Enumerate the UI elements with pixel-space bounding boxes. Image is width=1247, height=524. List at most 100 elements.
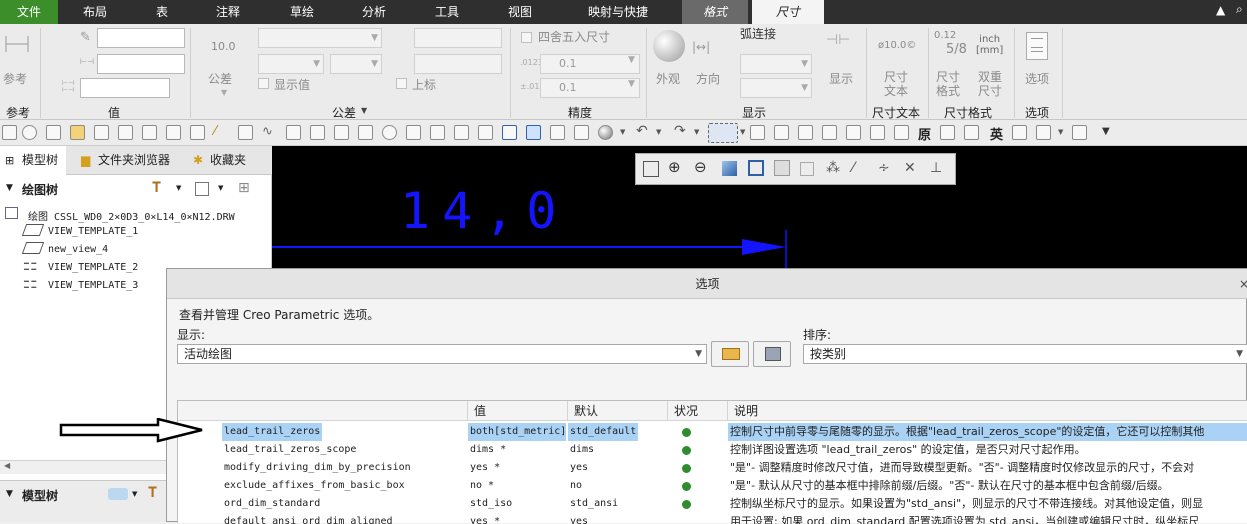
menu-file[interactable]: 文件 xyxy=(0,0,58,24)
balloon-icon[interactable] xyxy=(1012,125,1027,140)
page-icon[interactable] xyxy=(118,125,133,140)
box-select-icon[interactable] xyxy=(708,123,738,143)
rectangle-icon[interactable] xyxy=(238,125,253,140)
chamfer-icon[interactable] xyxy=(454,125,469,140)
help-icon[interactable]: ⌕ xyxy=(1236,2,1243,17)
undo-icon[interactable]: ↶ xyxy=(636,123,648,139)
tab-model-tree[interactable]: ⊞ 模型树 xyxy=(0,146,66,175)
circle-icon[interactable] xyxy=(382,125,397,140)
tolerance-dropdown-3[interactable]: ▼ xyxy=(330,54,382,74)
table-row[interactable]: exclude_affixes_from_basic_box no * no "… xyxy=(178,477,1247,495)
menu-view[interactable]: 视图 xyxy=(492,0,548,24)
tree-view-item[interactable]: VIEW_TEMPLATE_3 xyxy=(48,280,138,291)
tools-icon[interactable]: 𝐓 xyxy=(148,485,157,501)
appearance-button[interactable]: 外观 xyxy=(656,70,680,87)
menu-table[interactable]: 表 xyxy=(138,0,186,24)
datum-axes-icon[interactable]: ⁄ xyxy=(852,160,854,176)
options-button[interactable]: 选项 xyxy=(1025,70,1049,87)
offset-icon[interactable] xyxy=(286,125,301,140)
horizontal-scrollbar[interactable]: ◀ xyxy=(0,460,166,474)
dimension-text[interactable]: 14,0 xyxy=(400,186,568,236)
menu-layout[interactable]: 布局 xyxy=(64,0,126,24)
english-char-icon[interactable]: 英 xyxy=(990,124,1003,143)
cube-icon[interactable] xyxy=(502,125,517,140)
value-input-3[interactable] xyxy=(80,78,170,98)
arc-icon[interactable] xyxy=(406,125,421,140)
table-row[interactable]: default_ansi_ord_dim_aligned yes * yes 用… xyxy=(178,513,1247,524)
repaint-icon[interactable] xyxy=(722,161,737,176)
list-icon[interactable] xyxy=(195,182,209,196)
reference-button[interactable]: 参考 xyxy=(3,70,27,87)
trim-icon[interactable] xyxy=(334,125,349,140)
annotation-display-icon[interactable]: ⊥ xyxy=(930,160,942,176)
save-icon[interactable] xyxy=(166,125,181,140)
column-header-value[interactable]: 值 xyxy=(468,401,568,421)
cursor-icon[interactable] xyxy=(550,125,565,140)
dim-format-button[interactable]: 尺寸 格式 xyxy=(936,70,960,98)
hand-icon[interactable] xyxy=(142,125,157,140)
shade-icon[interactable] xyxy=(598,125,613,140)
value-input-2[interactable] xyxy=(97,54,185,74)
menu-sketch[interactable]: 草绘 xyxy=(274,0,330,24)
table-icon[interactable] xyxy=(964,125,979,140)
line-icon[interactable]: ⁄ xyxy=(214,125,229,140)
sphere-icon[interactable] xyxy=(22,125,37,140)
spline-icon[interactable]: ∿ xyxy=(262,125,277,140)
display-style-icon[interactable] xyxy=(800,162,814,176)
show-button[interactable]: 显示 xyxy=(829,70,853,87)
save-config-button[interactable] xyxy=(753,341,791,367)
symbol-icon[interactable] xyxy=(940,125,955,140)
chevron-down-icon[interactable]: ▼ xyxy=(628,79,635,89)
grid-icon[interactable] xyxy=(46,125,61,140)
dim-icon[interactable] xyxy=(478,125,493,140)
layer-icon[interactable] xyxy=(108,488,128,500)
tolerance-dropdown-1[interactable]: ▼ xyxy=(258,28,382,48)
chevron-down-icon[interactable]: ▼ xyxy=(694,128,699,136)
collapse-icon[interactable]: ▼ xyxy=(6,183,13,193)
dim-text-button[interactable]: 尺寸 文本 xyxy=(884,70,908,98)
show-select[interactable]: 活动绘图 ▼ xyxy=(177,344,707,364)
drawing-root-item[interactable]: 绘图 CSSL_WD0_2×0D3_0×L14_0×N12.DRW xyxy=(28,208,235,223)
appearance-icon[interactable] xyxy=(653,30,685,62)
menu-dimension[interactable]: 尺寸 xyxy=(752,0,824,24)
mirror-icon[interactable] xyxy=(358,125,373,140)
fraction-icon[interactable]: 5/8 xyxy=(946,42,967,57)
chevron-down-icon[interactable]: ▼ xyxy=(1058,128,1063,136)
chevron-down-icon[interactable]: ▼ xyxy=(176,184,181,192)
sort-select[interactable]: 按类别 ▼ xyxy=(803,344,1247,364)
print-icon[interactable] xyxy=(190,125,205,140)
table-row[interactable]: modify_driving_dim_by_precision yes * ye… xyxy=(178,459,1247,477)
chevron-down-icon[interactable]: ▼ xyxy=(620,128,625,136)
copy-icon[interactable] xyxy=(94,125,109,140)
align-icon[interactable] xyxy=(750,125,765,140)
precision-dropdown-2[interactable]: 0.1 xyxy=(540,78,640,98)
tolerance-upper-input[interactable] xyxy=(414,28,502,48)
group-icon[interactable] xyxy=(798,125,813,140)
direction-icon[interactable]: |↔| xyxy=(692,40,710,54)
ungroup-icon[interactable] xyxy=(822,125,837,140)
collapse-ribbon-icon[interactable]: ▲ xyxy=(1216,3,1225,17)
note-icon[interactable] xyxy=(1036,125,1051,140)
menu-map-shortcut[interactable]: 映射与快捷 xyxy=(572,0,664,24)
show-value-checkbox[interactable] xyxy=(258,78,269,89)
upper-limit-checkbox[interactable] xyxy=(396,78,407,89)
tab-folder-browser[interactable]: ▆ 文件夹浏览器 xyxy=(76,146,182,175)
zoom-in-icon[interactable]: ⊕ xyxy=(668,158,681,176)
dual-dim-button[interactable]: 双重 尺寸 xyxy=(978,70,1002,98)
round-dims-checkbox[interactable] xyxy=(521,32,532,43)
direction-button[interactable]: 方向 xyxy=(696,70,720,87)
chevron-down-icon[interactable]: ▼ xyxy=(132,490,137,498)
table-row[interactable]: lead_trail_zeros_scope dims * dims 控制详图设… xyxy=(178,441,1247,459)
tools-icon[interactable]: 𝐓 xyxy=(152,180,161,196)
chevron-down-icon[interactable]: ▼ xyxy=(740,128,745,136)
pan-icon[interactable] xyxy=(574,125,589,140)
chevron-down-icon[interactable]: ▼ xyxy=(656,128,661,136)
redo-icon[interactable]: ↷ xyxy=(674,123,686,139)
arc-connect-dropdown-1[interactable]: ▼ xyxy=(740,54,812,74)
menu-tools[interactable]: 工具 xyxy=(418,0,476,24)
column-header-name[interactable] xyxy=(178,401,468,421)
datum-planes-icon[interactable]: ⁂ xyxy=(826,160,840,176)
distribute-icon[interactable] xyxy=(774,125,789,140)
inch-mm-icon[interactable]: inch [mm] xyxy=(976,34,1003,56)
table-row[interactable]: ord_dim_standard std_iso std_ansi 控制纵坐标尺… xyxy=(178,495,1247,513)
